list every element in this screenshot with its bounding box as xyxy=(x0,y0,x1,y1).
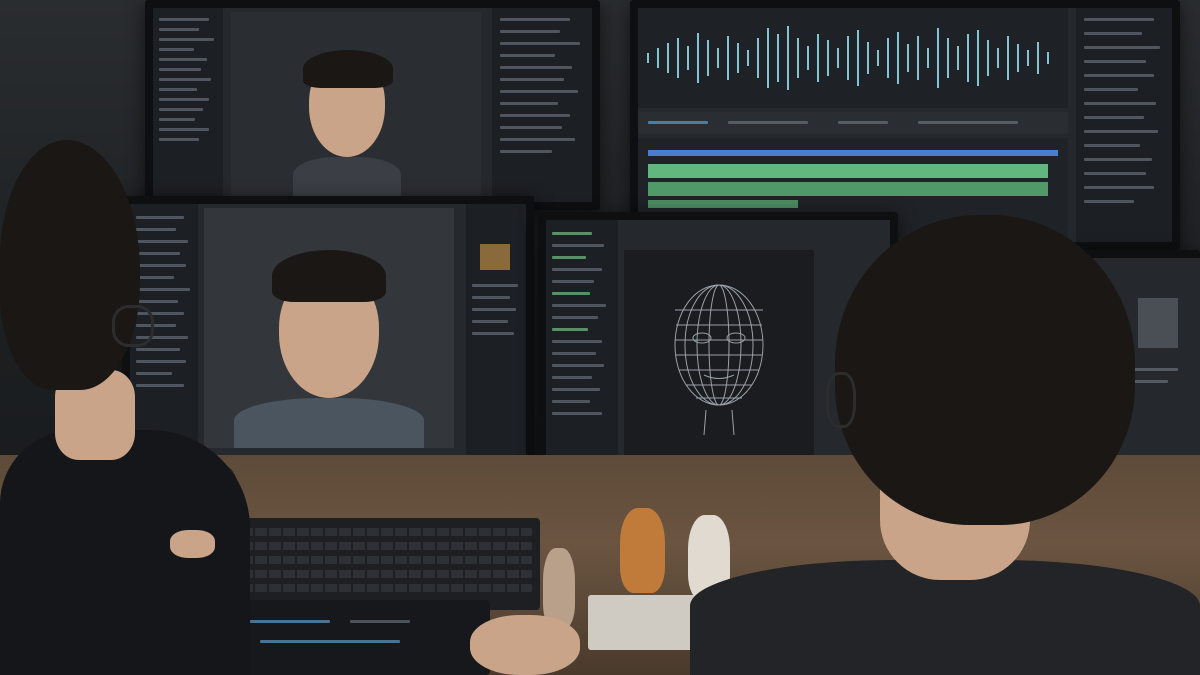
hair xyxy=(303,50,393,88)
screen-audio-editor xyxy=(638,8,1172,242)
right-thumbnail xyxy=(1138,298,1178,348)
screen-face-render-main xyxy=(130,204,526,466)
screen-face-render-top xyxy=(153,8,592,202)
shirt-main xyxy=(234,398,424,448)
waveform-graphic xyxy=(647,26,1049,90)
track-blue-bar xyxy=(648,150,1058,156)
keyboard xyxy=(205,518,540,610)
right-properties-panel xyxy=(492,8,592,202)
person-right-head xyxy=(835,215,1135,525)
monitor-top-left xyxy=(145,0,600,210)
wireframe-head-mesh xyxy=(674,284,764,436)
left-sidebar-panel xyxy=(153,8,223,202)
face-viewport xyxy=(231,12,481,202)
control-surface xyxy=(230,600,490,675)
hair-main xyxy=(272,250,386,302)
waveform-view xyxy=(638,8,1068,108)
track-green-clip-2 xyxy=(648,182,1048,196)
person-left-body xyxy=(0,430,250,675)
waveform-bars xyxy=(647,26,1049,90)
glasses-right xyxy=(826,372,856,428)
track-green-clip-3 xyxy=(648,200,798,208)
track-green-clip-1 xyxy=(648,164,1048,178)
face-viewport-main xyxy=(204,208,454,448)
hand-right xyxy=(470,615,580,675)
hand-left xyxy=(170,530,215,558)
figurine-orange xyxy=(620,508,665,593)
audio-side-panel xyxy=(1076,8,1172,242)
right-inspector-panel xyxy=(466,204,526,466)
wireframe-viewport xyxy=(624,250,814,460)
glasses-left xyxy=(112,305,154,347)
monitor-center-left xyxy=(122,196,534,474)
thumbnail-preview xyxy=(480,244,510,270)
timeline-toolbar xyxy=(638,112,1068,134)
